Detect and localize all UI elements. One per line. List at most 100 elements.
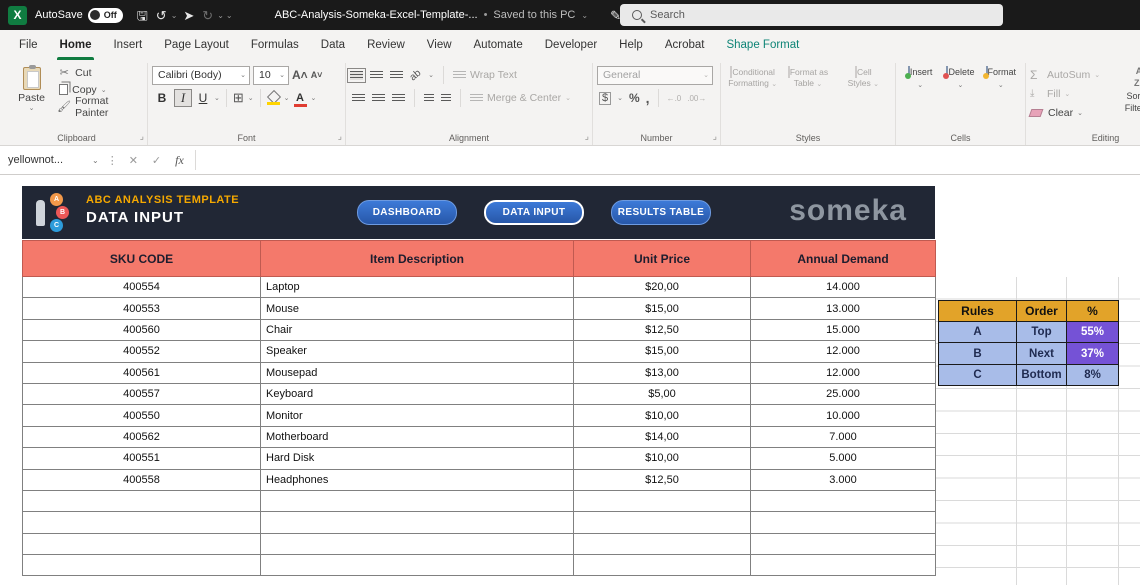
empty-cell[interactable] <box>22 532 261 556</box>
empty-cell[interactable] <box>22 554 261 577</box>
font-size-select[interactable]: 10 ⌄ <box>253 65 289 85</box>
rules-cell-order[interactable]: Next <box>1016 342 1067 365</box>
cell[interactable]: 400552 <box>22 340 261 363</box>
worksheet[interactable]: A B C ABC ANALYSIS TEMPLATE DATA INPUT D… <box>0 175 1140 585</box>
empty-cell[interactable] <box>22 489 261 513</box>
clipboard-dialog-launcher-icon[interactable]: ⌟ <box>140 131 144 142</box>
format-painter-button[interactable]: 🖌︎ Format Painter <box>57 95 143 119</box>
rules-cell-percent[interactable]: 8% <box>1066 363 1119 387</box>
rules-cell-percent[interactable]: 55% <box>1066 320 1119 344</box>
rules-cell-percent[interactable]: 37% <box>1066 342 1119 365</box>
bold-button[interactable]: B <box>154 91 170 105</box>
empty-cell[interactable] <box>750 554 936 577</box>
redo-chevron-down-icon[interactable]: ⌄ <box>217 11 224 20</box>
saved-status[interactable]: Saved to this PC <box>493 9 575 21</box>
drag-handle-icon[interactable]: ⋮ <box>107 154 118 167</box>
borders-icon[interactable]: ⊞ <box>233 90 244 106</box>
formula-input[interactable] <box>199 146 1140 174</box>
conditional-formatting-button[interactable]: Conditional Formatting ⌄ <box>726 66 780 129</box>
cell[interactable]: $20,00 <box>573 275 751 299</box>
tab-view[interactable]: View <box>416 30 463 60</box>
empty-cell[interactable] <box>260 554 574 577</box>
paste-button[interactable]: Paste ⌄ <box>10 64 53 129</box>
cell-styles-button[interactable]: Cell Styles ⌄ <box>836 66 890 129</box>
copy-chevron-down-icon[interactable]: ⌄ <box>101 86 107 94</box>
autosave-toggle[interactable]: AutoSave Off <box>35 7 123 23</box>
merge-chevron-down-icon[interactable]: ⌄ <box>565 94 571 102</box>
tab-developer[interactable]: Developer <box>534 30 608 60</box>
empty-cell[interactable] <box>750 511 936 534</box>
cell[interactable]: 7.000 <box>750 425 936 449</box>
decrease-decimal-icon[interactable]: .00→ <box>687 94 706 103</box>
align-right-button[interactable] <box>392 93 405 103</box>
font-color-icon[interactable]: A <box>293 92 307 107</box>
accounting-chevron-down-icon[interactable]: ⌄ <box>617 94 623 102</box>
cell[interactable]: Keyboard <box>260 382 574 406</box>
number-format-select[interactable]: General ⌄ <box>597 65 713 85</box>
sort-filter-button[interactable]: AZ↓ Sort & Filter ⌄ <box>1106 66 1140 115</box>
empty-cell[interactable] <box>573 489 751 513</box>
enter-icon[interactable]: ✓ <box>152 154 161 167</box>
autosum-button[interactable]: Σ AutoSum ⌄ <box>1030 66 1108 83</box>
cell[interactable]: 400557 <box>22 382 261 406</box>
cell[interactable]: $13,00 <box>573 361 751 384</box>
rules-cell-rule[interactable]: C <box>938 363 1017 387</box>
align-middle-button[interactable] <box>370 70 383 80</box>
name-box[interactable]: yellownot... <box>0 146 88 174</box>
cell[interactable]: $10,00 <box>573 447 751 470</box>
orientation-button[interactable]: ab <box>408 67 424 83</box>
cell[interactable]: 25.000 <box>750 382 936 406</box>
tab-home[interactable]: Home <box>49 30 103 60</box>
number-dialog-launcher-icon[interactable]: ⌟ <box>713 131 717 142</box>
underline-button[interactable]: U <box>196 91 210 105</box>
comma-style-icon[interactable]: , <box>646 91 650 105</box>
quick-access-chevron-down-icon[interactable]: ⌄ <box>226 11 233 20</box>
paste-chevron-down-icon[interactable]: ⌄ <box>29 104 35 112</box>
cell[interactable]: 13.000 <box>750 297 936 320</box>
delete-cells-button[interactable]: Delete ⌄ <box>940 66 980 129</box>
banner-button-dashboard[interactable]: DASHBOARD <box>357 200 457 225</box>
cell[interactable]: $5,00 <box>573 382 751 406</box>
saved-chevron-down-icon[interactable]: ⌄ <box>581 11 588 20</box>
font-name-select[interactable]: Calibri (Body) ⌄ <box>152 65 250 85</box>
percent-style-icon[interactable]: % <box>629 91 640 105</box>
tab-shape-format[interactable]: Shape Format <box>715 30 810 60</box>
cell[interactable]: 3.000 <box>750 468 936 491</box>
cell[interactable]: 10.000 <box>750 404 936 427</box>
cell[interactable]: 5.000 <box>750 447 936 470</box>
merge-center-button[interactable]: Merge & Center ⌄ <box>470 90 571 107</box>
increase-font-size-button[interactable]: A˄ <box>292 68 308 82</box>
name-box-chevron-down-icon[interactable]: ⌄ <box>92 156 99 165</box>
rules-cell-rule[interactable]: A <box>938 320 1017 344</box>
cell[interactable]: 400551 <box>22 447 261 470</box>
cell[interactable]: $10,00 <box>573 404 751 427</box>
rules-cell-order[interactable]: Bottom <box>1016 363 1067 387</box>
empty-cell[interactable] <box>260 532 574 556</box>
empty-cell[interactable] <box>260 511 574 534</box>
format-cells-button[interactable]: Format ⌄ <box>981 66 1021 129</box>
cell[interactable]: Mousepad <box>260 361 574 384</box>
align-left-button[interactable] <box>352 93 365 103</box>
cell[interactable]: 15.000 <box>750 318 936 342</box>
save-icon[interactable]: 🖫︎ <box>137 9 148 22</box>
tab-data[interactable]: Data <box>310 30 356 60</box>
cell[interactable]: Mouse <box>260 297 574 320</box>
cell[interactable]: Headphones <box>260 468 574 491</box>
align-top-button[interactable] <box>347 67 366 83</box>
empty-cell[interactable] <box>750 532 936 556</box>
empty-cell[interactable] <box>573 511 751 534</box>
increase-indent-button[interactable] <box>441 93 451 103</box>
italic-button[interactable]: I <box>174 89 192 107</box>
autosave-switch[interactable]: Off <box>87 7 123 23</box>
tab-formulas[interactable]: Formulas <box>240 30 310 60</box>
rules-cell-rule[interactable]: B <box>938 342 1017 365</box>
tab-help[interactable]: Help <box>608 30 654 60</box>
search-input[interactable]: Search <box>620 4 1003 26</box>
excel-logo-icon[interactable]: X <box>8 5 27 25</box>
tab-page-layout[interactable]: Page Layout <box>153 30 240 60</box>
undo-icon[interactable]: ↺ <box>156 9 167 22</box>
undo-chevron-down-icon[interactable]: ⌄ <box>171 11 178 20</box>
cell[interactable]: $15,00 <box>573 297 751 320</box>
insert-cells-button[interactable]: Insert ⌄ <box>900 66 940 129</box>
cell[interactable]: $14,00 <box>573 425 751 449</box>
